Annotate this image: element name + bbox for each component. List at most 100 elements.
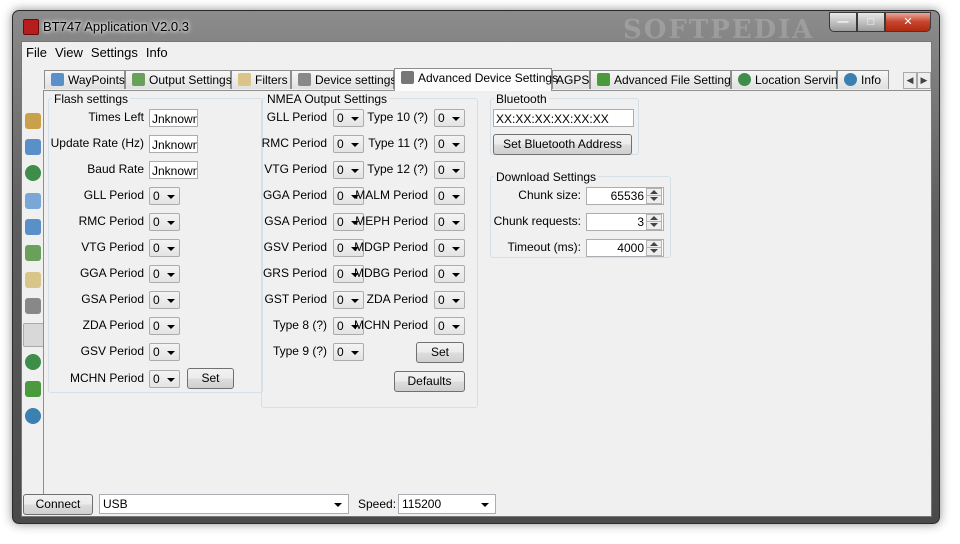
nmea-mdgp-select[interactable]: 0 [434,239,465,257]
tab-label: Filters [255,73,288,87]
spinner-value: 65536 [610,189,644,203]
nmea-type11-label: Type 11 (?) [368,136,428,150]
tab-location-serving[interactable]: Location Serving [731,70,844,89]
nmea-type12-select[interactable]: 0 [434,161,465,179]
spin-down-icon[interactable] [646,195,662,204]
wrench-plus-icon[interactable] [23,323,45,347]
nmea-meph-select[interactable]: 0 [434,213,465,231]
nmea-type12-label: Type 12 (?) [367,162,428,176]
menu-file[interactable]: File [22,45,51,60]
home-icon[interactable] [25,113,41,129]
nmea-malm-label: MALM Period [355,188,428,202]
select-value: 0 [153,293,160,307]
port-select[interactable]: USB [99,494,349,514]
flash-gga-select[interactable]: 0 [149,265,180,283]
app-icon[interactable] [23,19,39,35]
flash-gll-select[interactable]: 0 [149,187,180,205]
upload-icon[interactable] [25,245,41,261]
waypoints-icon [51,73,64,86]
chevron-down-icon [481,503,489,507]
nmea-gga-label: GGA Period [262,188,327,202]
nmea-mchn-select[interactable]: 0 [434,317,465,335]
title-bar[interactable]: BT747 Application V2.0.3 SOFTPEDIA — □ ✕ [13,11,939,45]
baud-rate-label: Baud Rate [87,162,144,176]
select-value: 0 [438,267,445,281]
nmea-mdbg-select[interactable]: 0 [434,265,465,283]
connect-button[interactable]: Connect [23,494,93,515]
nmea-type10-label: Type 10 (?) [367,110,428,124]
pages-icon[interactable] [25,139,41,155]
spinner-value: 3 [637,215,644,229]
tab-advanced-device-settings[interactable]: Advanced Device Settings [394,68,558,91]
globe-icon[interactable] [25,165,41,181]
chevron-down-icon [167,273,175,277]
flash-gsa-select[interactable]: 0 [149,291,180,309]
menu-settings[interactable]: Settings [87,45,142,60]
sidebar-toolbar [22,92,45,424]
info-icon[interactable] [25,408,41,424]
hourglass-icon[interactable] [25,272,41,288]
bluetooth-address-field[interactable]: XX:XX:XX:XX:XX:XX [493,109,634,127]
nmea-type10-select[interactable]: 0 [434,109,465,127]
flash-mchn-select[interactable]: 0 [149,370,180,388]
globe-arrow-icon[interactable] [25,354,41,370]
wrench-icon[interactable] [25,298,41,314]
download-settings-title: Download Settings [494,170,599,184]
update-rate-field[interactable]: Jnknown [149,135,198,153]
flash-rmc-select[interactable]: 0 [149,213,180,231]
output-icon [132,73,145,86]
chevron-down-icon [167,378,175,382]
tab-output-settings[interactable]: Output Settings [125,70,232,89]
tab-waypoints[interactable]: WayPoints [44,70,125,89]
tab-scroll-left-button[interactable]: ◀ [903,72,917,89]
tab-label: Advanced File Settings [614,73,737,87]
flash-vtg-select[interactable]: 0 [149,239,180,257]
menu-info[interactable]: Info [142,45,172,60]
baud-rate-field[interactable]: Jnknown [149,161,198,179]
maximize-button[interactable]: □ [857,12,885,32]
map-icon[interactable] [25,219,41,235]
tab-filters[interactable]: Filters [231,70,291,89]
flash-zda-select[interactable]: 0 [149,317,180,335]
minimize-button[interactable]: — [829,12,857,32]
chevron-down-icon [452,143,460,147]
nmea-gll-label: GLL Period [266,110,327,124]
flash-gsa-label: GSA Period [81,292,144,306]
tab-advanced-file-settings[interactable]: Advanced File Settings [590,70,737,89]
tab-scroll-right-button[interactable]: ▶ [917,72,931,89]
chevron-down-icon [351,351,359,355]
flash-set-button[interactable]: Set [187,368,234,389]
nmea-type9-select[interactable]: 0 [333,343,364,361]
close-button[interactable]: ✕ [885,12,931,32]
spin-down-icon[interactable] [646,247,662,256]
spinner-value: 4000 [617,241,644,255]
flash-gga-label: GGA Period [79,266,144,280]
nmea-gsa-label: GSA Period [264,214,327,228]
tab-strip: WayPoints Output Settings Filters Device… [44,68,931,91]
nmea-defaults-button[interactable]: Defaults [394,371,465,392]
nmea-set-button[interactable]: Set [416,342,464,363]
timeout-spinner[interactable]: 4000 [586,239,664,257]
arrow-right-icon[interactable] [25,381,41,397]
nmea-type11-select[interactable]: 0 [434,135,465,153]
nmea-rmc-label: RMC Period [261,136,327,150]
select-value: 0 [153,345,160,359]
times-left-field[interactable]: Jnknown [149,109,198,127]
nmea-zda-select[interactable]: 0 [434,291,465,309]
flash-gsv-select[interactable]: 0 [149,343,180,361]
spin-down-icon[interactable] [646,221,662,230]
chunk-size-spinner[interactable]: 65536 [586,187,664,205]
wrench-plus-icon [401,71,414,84]
speed-select[interactable]: 115200 [398,494,496,514]
chevron-down-icon [167,351,175,355]
set-bluetooth-address-button[interactable]: Set Bluetooth Address [493,134,632,155]
select-value: USB [103,497,128,511]
flash-vtg-label: VTG Period [81,240,144,254]
chunk-requests-spinner[interactable]: 3 [586,213,664,231]
menu-view[interactable]: View [51,45,87,60]
tab-device-settings[interactable]: Device settings [291,70,397,89]
tab-info[interactable]: Info [837,70,889,89]
tab-label: Device settings [315,73,397,87]
document-icon[interactable] [25,193,41,209]
nmea-malm-select[interactable]: 0 [434,187,465,205]
